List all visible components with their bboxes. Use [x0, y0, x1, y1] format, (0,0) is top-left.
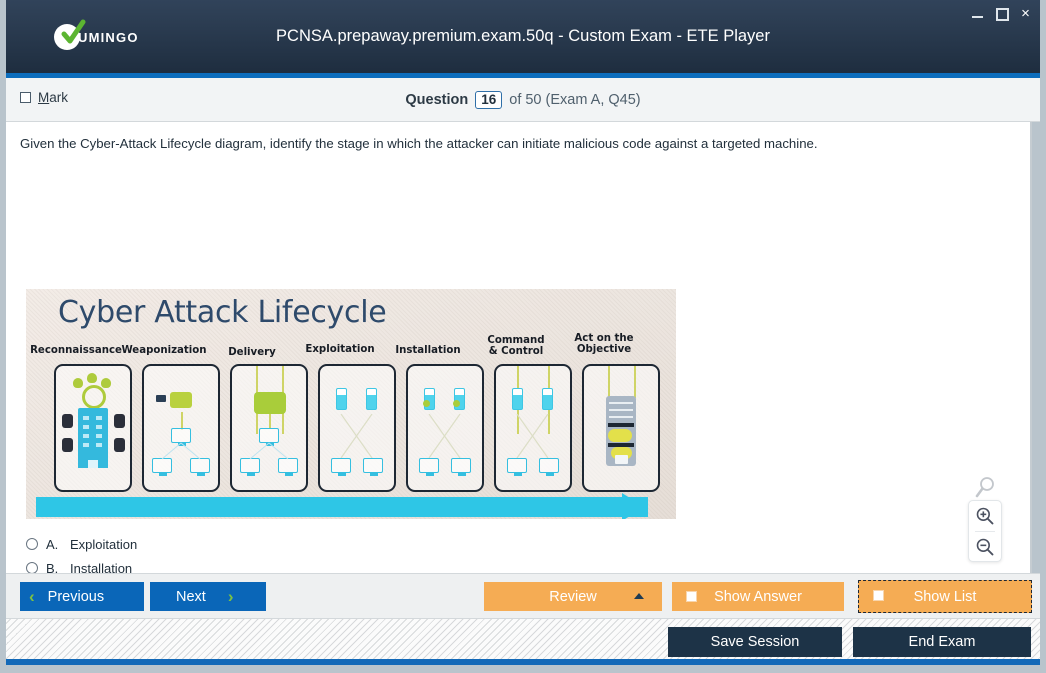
stage-panel-installation	[406, 364, 484, 492]
maximize-icon[interactable]	[995, 7, 1009, 21]
previous-label: Previous	[47, 588, 105, 605]
question-content-pane: Given the Cyber-Attack Lifecycle diagram…	[6, 122, 1032, 573]
previous-button[interactable]: ‹ Previous	[20, 582, 144, 611]
minimize-icon[interactable]	[971, 7, 984, 20]
ete-player-window: PCNSA.prepaway.premium.exam.50q - Custom…	[0, 0, 1046, 673]
zoom-in-icon[interactable]	[969, 501, 1001, 531]
binocular-icon-2	[114, 414, 125, 428]
footer-bar: Save Session End Exam	[6, 618, 1040, 665]
pc-icon-right	[363, 458, 383, 476]
stage-label-command-control: Command & Control	[487, 335, 545, 357]
answer-letter-a: A.	[46, 536, 59, 552]
show-answer-button[interactable]: Show Answer	[672, 582, 844, 611]
stage-label-exploitation: Exploitation	[305, 344, 375, 355]
stage-label-installation: Installation	[395, 345, 461, 356]
logo-text: UMINGO	[78, 29, 139, 45]
answer-letter-b: B.	[46, 560, 59, 574]
question-counter: Question 16 of 50 (Exam A, Q45)	[6, 78, 1040, 122]
pc-icon-left	[419, 458, 439, 476]
cross-lines	[340, 414, 373, 459]
action-bar: ‹ Previous Next › Review Show Answer Sho…	[6, 573, 1040, 618]
show-answer-label: Show Answer	[714, 588, 802, 605]
answer-text-a: Exploitation	[70, 536, 138, 552]
building-icon	[78, 408, 108, 468]
stage-label-reconnaissance: Reconnaissance	[30, 345, 122, 356]
stage-panel-exploitation	[318, 364, 396, 492]
caret-up-icon	[634, 593, 644, 599]
vial-icon-right	[542, 388, 553, 410]
stage-panel-command-control	[494, 364, 572, 492]
stage-label-act-on-objective: Act on the Objective	[574, 333, 634, 355]
save-session-button[interactable]: Save Session	[668, 627, 842, 657]
binocular-icon-3	[62, 438, 73, 452]
people-group-icon	[72, 372, 116, 409]
question-header: Mark Question 16 of 50 (Exam A, Q45)	[6, 78, 1040, 122]
cross-lines	[516, 414, 549, 459]
end-exam-label: End Exam	[908, 634, 976, 650]
binocular-icon-1	[62, 414, 73, 428]
window-controls: ×	[971, 4, 1032, 22]
show-list-label: Show List	[913, 588, 977, 605]
exhibit-title: Cyber Attack Lifecycle	[58, 295, 387, 330]
vial-icon-left	[336, 388, 347, 410]
title-bar: PCNSA.prepaway.premium.exam.50q - Custom…	[6, 0, 1040, 73]
pc-icon-left	[331, 458, 351, 476]
close-icon[interactable]: ×	[1019, 6, 1032, 21]
square-icon	[873, 590, 884, 601]
link-lines	[161, 442, 201, 460]
question-of-label: of 50 (Exam A, Q45)	[509, 92, 641, 108]
question-text: Given the Cyber-Attack Lifecycle diagram…	[20, 136, 818, 151]
vial-icon-left	[512, 388, 523, 410]
stage-panel-reconnaissance	[54, 364, 132, 492]
show-list-button[interactable]: Show List	[858, 580, 1032, 613]
end-exam-button[interactable]: End Exam	[853, 627, 1031, 657]
next-button[interactable]: Next ›	[150, 582, 266, 611]
check-icon	[61, 19, 86, 44]
window-edge-bottom	[0, 665, 1046, 673]
next-label: Next	[176, 588, 206, 605]
answer-option-a[interactable]: A. Exploitation	[26, 532, 166, 556]
footer-accent-bar	[6, 659, 1040, 665]
save-session-label: Save Session	[710, 634, 800, 650]
lifecycle-arrow	[36, 493, 648, 519]
server-rack-icon	[606, 396, 636, 466]
vial-icon-right	[366, 388, 377, 410]
pc-icon-left	[507, 458, 527, 476]
vumingo-logo: UMINGO	[54, 19, 139, 50]
chevron-left-icon: ‹	[29, 587, 35, 606]
stage-panel-delivery	[230, 364, 308, 492]
lifecycle-arrow-head	[622, 493, 644, 519]
window-title: PCNSA.prepaway.premium.exam.50q - Custom…	[276, 27, 770, 45]
magnifier-icon[interactable]	[973, 476, 997, 500]
payload-icon	[170, 392, 192, 408]
answer-option-b[interactable]: B. Installation	[26, 556, 166, 573]
pc-icon-right	[539, 458, 559, 476]
review-button[interactable]: Review	[484, 582, 662, 611]
zoom-out-icon[interactable]	[969, 532, 1001, 562]
cross-lines	[428, 414, 461, 459]
review-label: Review	[549, 588, 597, 605]
content-right-border	[1030, 122, 1032, 573]
window-edge-right	[1040, 0, 1046, 673]
stage-label-weaponization: Weaponization	[121, 345, 207, 356]
cyber-attack-lifecycle-image[interactable]: Cyber Attack Lifecycle Reconnaissance We…	[26, 289, 676, 519]
chevron-right-icon: ›	[227, 587, 234, 606]
logo-circle-icon	[54, 19, 86, 50]
square-icon	[686, 591, 697, 602]
stage-panel-weaponization	[142, 364, 220, 492]
pc-icon-right	[451, 458, 471, 476]
answer-text-b: Installation	[70, 560, 133, 574]
question-word: Question	[405, 92, 469, 108]
lifecycle-stages: Reconnaissance Weaponization Delivery Ex…	[30, 333, 676, 509]
stage-panel-act-on-objective	[582, 364, 660, 492]
stage-label-delivery: Delivery	[228, 347, 276, 358]
delivered-payload-icon	[254, 392, 286, 414]
zoom-controls	[968, 500, 1002, 562]
binocular-icon-4	[114, 438, 125, 452]
question-number-field[interactable]: 16	[475, 90, 503, 110]
link-lines	[249, 442, 289, 460]
answer-options: A. Exploitation B. Installation C. Recon…	[26, 532, 166, 573]
radio-a[interactable]	[26, 538, 38, 550]
radio-b[interactable]	[26, 562, 38, 573]
